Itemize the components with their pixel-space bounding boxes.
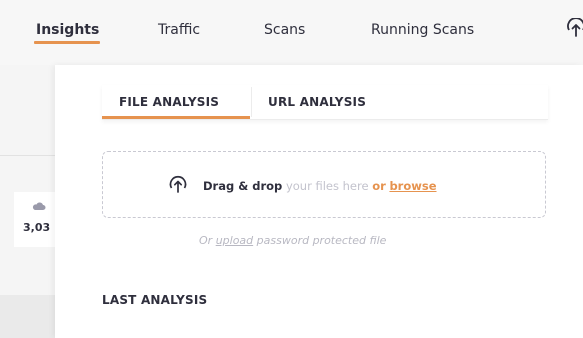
analysis-tabs: FILE ANALYSIS URL ANALYSIS [102, 85, 548, 120]
nav-tab-scans[interactable]: Scans [264, 22, 305, 38]
nav-tab-running-scans[interactable]: Running Scans [371, 22, 474, 38]
top-nav: Insights Traffic Scans Running Scans [0, 0, 583, 65]
tab-divider [251, 87, 252, 117]
upload-link[interactable]: upload [216, 234, 253, 247]
dropzone-strong-text: Drag & drop [203, 179, 283, 193]
upload-icon [169, 175, 187, 193]
dropzone-text: Drag & drop your files here or browse [203, 179, 437, 193]
upload-note-suffix: password protected file [256, 234, 387, 247]
last-analysis-heading: LAST ANALYSIS [102, 293, 208, 307]
background-divider [0, 155, 55, 156]
cloud-icon [32, 202, 46, 210]
background-footer [0, 295, 55, 338]
upload-icon[interactable] [566, 18, 583, 40]
upload-password-note: Or upload password protected file [199, 234, 386, 247]
nav-active-underline [34, 41, 100, 44]
dropzone-muted-text: your files here [285, 179, 369, 193]
tab-active-underline [102, 116, 250, 119]
nav-tab-insights[interactable]: Insights [36, 22, 99, 38]
stat-value: 3,03 [23, 221, 51, 234]
browse-link[interactable]: browse [389, 179, 436, 193]
tab-url-analysis[interactable]: URL ANALYSIS [268, 95, 366, 109]
upload-note-prefix: Or [199, 234, 213, 247]
nav-tab-traffic[interactable]: Traffic [158, 22, 200, 38]
tab-file-analysis[interactable]: FILE ANALYSIS [119, 95, 219, 109]
dropzone-or-text: or [372, 179, 386, 193]
